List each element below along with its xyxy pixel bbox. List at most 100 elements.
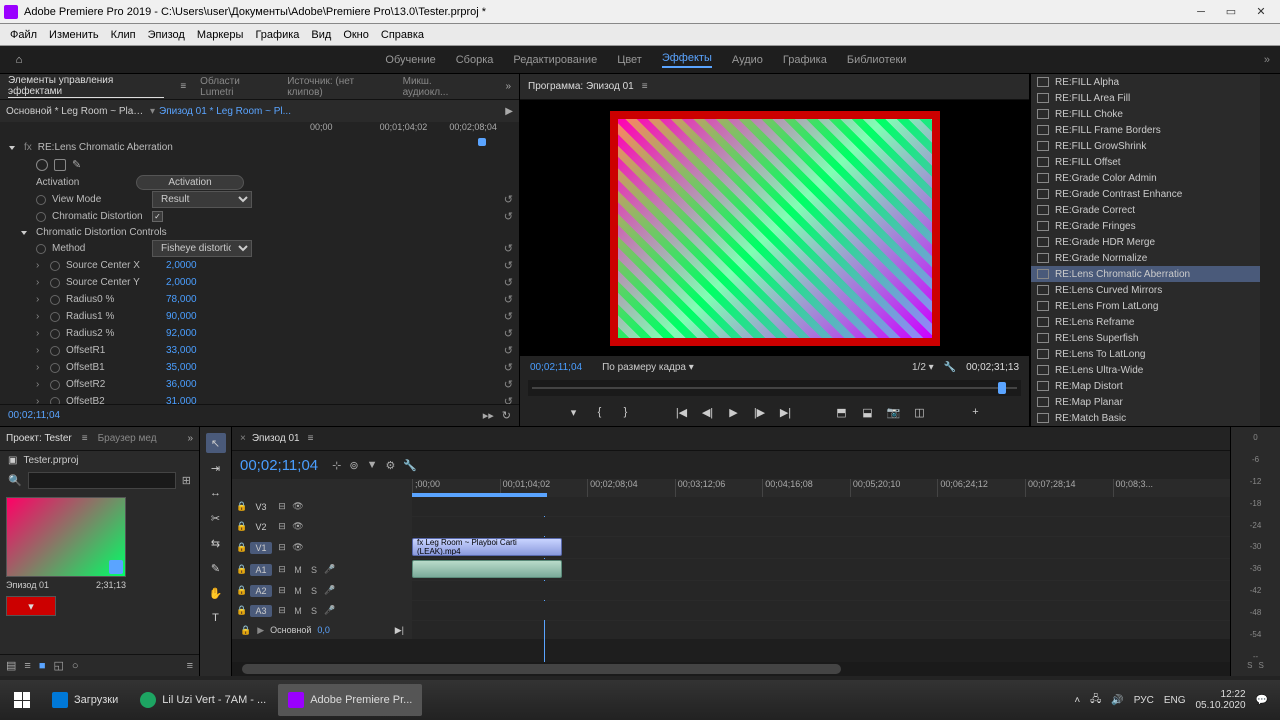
mask-rect-icon[interactable] [54,159,66,171]
fx-item[interactable]: RE:Lens To LatLong [1031,346,1260,362]
mute-icon[interactable]: M [292,605,304,617]
monitor-tc-current[interactable]: 00;02;11;04 [530,362,582,373]
bin-thumbnail[interactable] [6,497,126,577]
reset-button[interactable] [504,327,513,340]
fx-item[interactable]: RE:Grade Contrast Enhance [1031,186,1260,202]
track-v1[interactable]: V1 [250,542,272,554]
mask-pen-icon[interactable]: ✎ [72,158,81,171]
fx-item[interactable]: RE:Match Basic [1031,410,1260,426]
fx-item[interactable]: RE:Map Planar [1031,394,1260,410]
tab-source[interactable]: Источник: (нет клипов) [287,76,388,98]
fx-item[interactable]: RE:FILL Alpha [1031,74,1260,90]
grid-icon[interactable]: ⊞ [182,474,191,487]
ws-audio[interactable]: Аудио [732,54,763,66]
mute-icon[interactable]: M [292,585,304,597]
ripple-tool-icon[interactable]: ↔ [206,483,226,503]
reset-button[interactable] [504,310,513,323]
freeform-icon[interactable]: ◱ [53,659,63,672]
reset-button[interactable] [504,259,513,272]
audio-clip[interactable] [412,560,562,578]
lock-icon[interactable]: 🔒 [236,564,246,575]
tray-expand-icon[interactable]: ˄ [1074,695,1080,706]
chevron-right-icon[interactable]: ▶| [395,625,404,636]
r2-value[interactable]: 92,000 [166,328,226,339]
zoom-slider[interactable]: ○ [72,660,79,672]
track-a1[interactable]: A1 [250,564,272,576]
pen-tool-icon[interactable]: ✎ [206,558,226,578]
type-tool-icon[interactable]: T [206,608,226,628]
tray-network-icon[interactable]: 🖧 [1090,692,1101,709]
step-back-icon[interactable]: ◀| [700,406,716,419]
taskbar-downloads[interactable]: Загрузки [42,684,128,716]
tab-lumetri-scopes[interactable]: Области Lumetri [200,76,273,98]
activation-button[interactable]: Activation [136,175,244,190]
icon-view-icon[interactable]: ■ [39,660,46,672]
monitor-scrubber[interactable] [528,380,1021,396]
sync-lock-icon[interactable]: ⊟ [276,605,288,617]
go-in-icon[interactable]: |◀ [674,406,690,419]
sync-lock-icon[interactable]: ⊟ [276,585,288,597]
video-clip[interactable]: fx Leg Room ~ Playboi Carti (LEAK).mp4 [412,538,562,556]
collapse-icon[interactable] [21,231,27,235]
fx-item[interactable]: RE:FILL Frame Borders [1031,122,1260,138]
sync-lock-icon[interactable]: ⊟ [276,501,288,513]
compare-icon[interactable]: ◫ [912,406,928,419]
new-item-icon[interactable]: ▤ [6,659,16,672]
ec-loop-icon[interactable]: ↻ [502,409,511,422]
tray-volume-icon[interactable]: 🔊 [1111,695,1123,706]
goto-playhead-icon[interactable]: ▶ [505,106,513,117]
fx-item[interactable]: RE:Lens Curved Mirrors [1031,282,1260,298]
tab-effect-controls[interactable]: Элементы управления эффектами [8,75,164,98]
ws-overflow-icon[interactable]: » [1264,54,1270,66]
sync-lock-icon[interactable]: ⊟ [276,542,288,554]
lock-icon[interactable]: 🔒 [236,501,246,512]
keyframe-toggle[interactable] [36,244,46,254]
voice-icon[interactable]: 🎤 [324,605,336,617]
ws-effects[interactable]: Эффекты [662,52,712,68]
mute-icon[interactable]: M [292,564,304,576]
fx-item[interactable]: RE:Grade HDR Merge [1031,234,1260,250]
solo-left[interactable]: S [1247,661,1252,670]
timeline-scrollbar[interactable] [232,662,1230,676]
project-search-input[interactable] [28,472,176,489]
menu-edit[interactable]: Изменить [49,29,99,41]
voice-icon[interactable]: 🎤 [324,585,336,597]
tray-kbd[interactable]: ENG [1164,695,1186,706]
keyframe-toggle[interactable] [50,295,60,305]
action-center-icon[interactable]: 💬 [1256,695,1268,706]
or2-value[interactable]: 36,000 [166,379,226,390]
tray-clock[interactable]: 12:22 05.10.2020 [1195,689,1245,711]
menu-view[interactable]: Вид [311,29,331,41]
fx-item[interactable]: RE:Lens Reframe [1031,314,1260,330]
solo-icon[interactable]: S [308,585,320,597]
track-select-tool-icon[interactable]: ⇥ [206,458,226,478]
ec-timecode[interactable]: 00;02;11;04 [8,410,60,421]
go-out-icon[interactable]: ▶| [778,406,794,419]
home-icon[interactable]: ⌂ [10,51,28,69]
master-value[interactable]: 0,0 [317,625,330,635]
fx-item[interactable]: RE:FILL Choke [1031,106,1260,122]
collapse-icon[interactable] [9,146,15,150]
fx-item[interactable]: RE:FILL Offset [1031,154,1260,170]
fx-item[interactable]: RE:Lens Chromatic Aberration [1031,266,1260,282]
fx-item[interactable]: RE:FILL GrowShrink [1031,138,1260,154]
mark-in-icon[interactable]: ▾ [566,406,582,419]
keyframe-toggle[interactable] [50,278,60,288]
keyframe-toggle[interactable] [50,329,60,339]
track-v2[interactable]: V2 [250,521,272,533]
reset-button[interactable] [504,361,513,374]
ws-color[interactable]: Цвет [617,54,642,66]
menu-markers[interactable]: Маркеры [197,29,244,41]
keyframe-toggle[interactable] [36,195,46,205]
panel-menu-icon[interactable]: ≡ [82,433,88,444]
menu-window[interactable]: Окно [343,29,369,41]
close-button[interactable]: ✕ [1246,5,1276,18]
selection-tool-icon[interactable]: ↖ [206,433,226,453]
reset-button[interactable] [504,276,513,289]
track-a2[interactable]: A2 [250,585,272,597]
fx-item[interactable]: RE:Lens From LatLong [1031,298,1260,314]
snap-icon[interactable]: ⊹ [332,459,341,472]
ws-learn[interactable]: Обучение [385,54,435,66]
linked-sel-icon[interactable]: ⊚ [349,459,358,472]
scx-value[interactable]: 2,0000 [166,260,226,271]
